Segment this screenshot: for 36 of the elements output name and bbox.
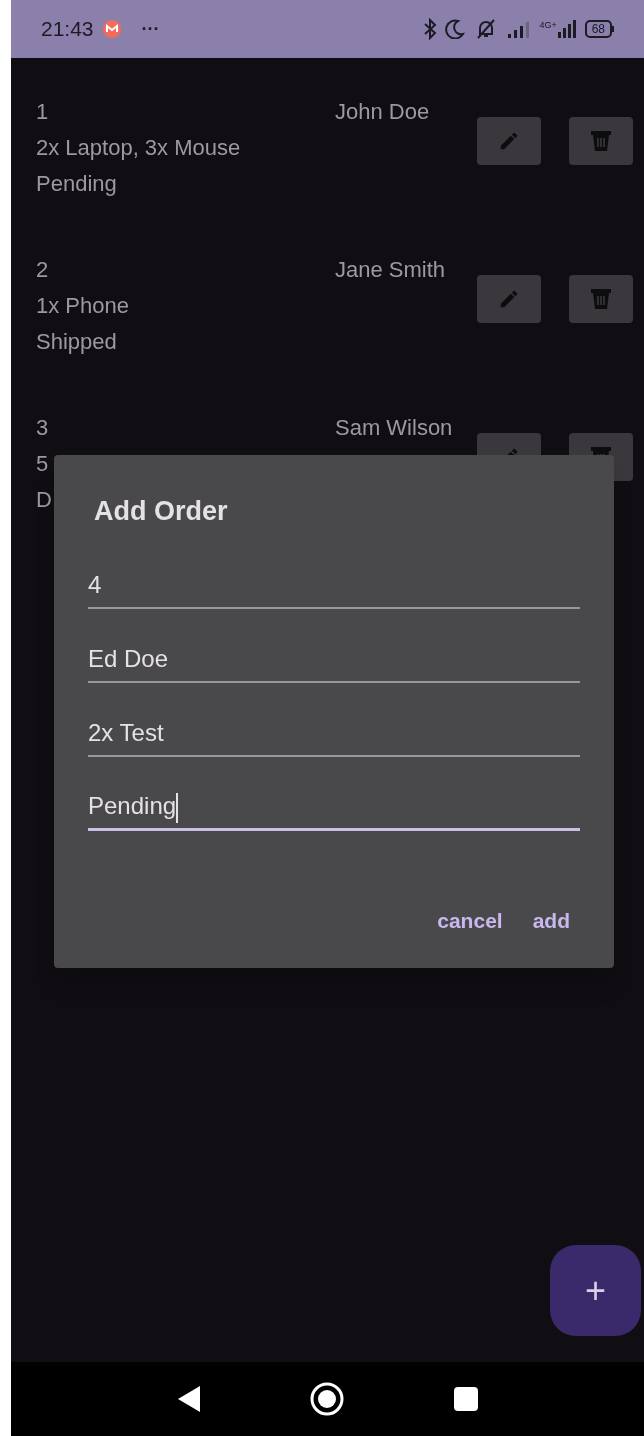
clock: 21:43 bbox=[41, 16, 94, 43]
order-items: 1x Phone bbox=[36, 292, 129, 320]
back-icon[interactable] bbox=[177, 1386, 200, 1412]
add-button[interactable]: + bbox=[550, 1245, 641, 1336]
customer-name: Sam Wilson bbox=[335, 414, 453, 442]
delete-button[interactable] bbox=[569, 117, 633, 165]
signal-icon bbox=[556, 20, 577, 38]
dialog-button[interactable]: add bbox=[528, 898, 574, 942]
edit-button[interactable] bbox=[477, 117, 541, 165]
mail-app-icon bbox=[101, 19, 122, 39]
order-items: 2x Laptop, 3x Mouse bbox=[36, 134, 241, 162]
order-status: Shipped bbox=[36, 328, 117, 356]
customer-name: John Doe bbox=[335, 98, 430, 126]
order-id: 3 bbox=[36, 414, 49, 442]
delete-button[interactable] bbox=[569, 275, 633, 323]
input-field[interactable]: 4 bbox=[88, 557, 580, 609]
bluetooth-icon bbox=[423, 18, 438, 40]
moon-icon bbox=[445, 19, 466, 39]
input-field[interactable]: 2x Test bbox=[88, 705, 580, 757]
input-field[interactable]: Ed Doe bbox=[88, 631, 580, 683]
order-status: D bbox=[36, 486, 52, 514]
dialog-title: Add Order bbox=[94, 495, 228, 528]
more-notifications-indicator: ··· bbox=[141, 17, 160, 41]
input-field[interactable]: Pending bbox=[88, 779, 580, 831]
customer-name: Jane Smith bbox=[335, 256, 446, 284]
recents-icon[interactable] bbox=[453, 1387, 478, 1411]
order-status: Pending bbox=[36, 170, 117, 198]
network-type: 4G+ bbox=[539, 21, 557, 30]
edit-button[interactable] bbox=[477, 275, 541, 323]
order-items: 5 bbox=[36, 450, 49, 478]
order-id: 1 bbox=[36, 98, 49, 126]
dialog-button[interactable]: cancel bbox=[433, 898, 507, 942]
signal-icon bbox=[507, 20, 532, 38]
battery-indicator: 68 bbox=[584, 20, 612, 38]
home-icon[interactable] bbox=[309, 1382, 344, 1416]
order-id: 2 bbox=[36, 256, 49, 284]
